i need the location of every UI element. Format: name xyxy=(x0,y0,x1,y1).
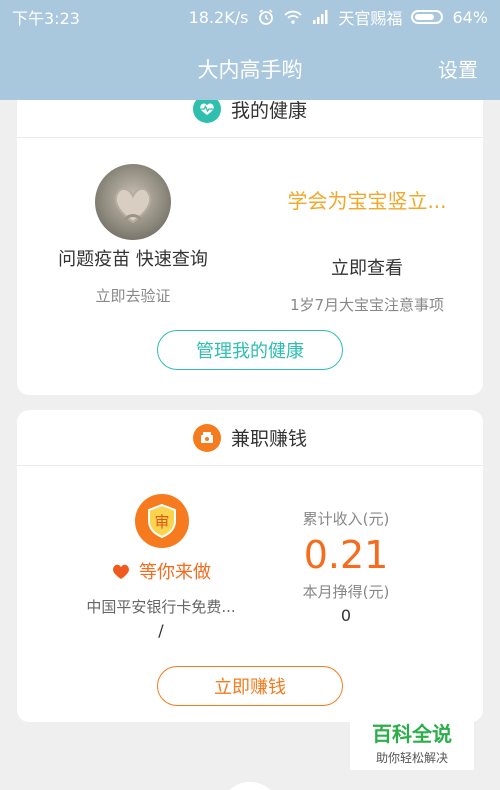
badge-char: 审 xyxy=(154,513,169,531)
earn-card-title: 兼职赚钱 xyxy=(230,428,307,450)
money-box-icon xyxy=(192,423,221,452)
status-right: 18.2K/s 天官赐福 64% xyxy=(189,5,488,29)
battery-percent: 64% xyxy=(452,7,488,27)
earn-now-button[interactable]: 立即赚钱 xyxy=(157,666,343,706)
review-badge[interactable]: 审 xyxy=(135,494,189,548)
article-subtitle: 1岁7月大宝宝注意事项 xyxy=(289,296,445,314)
status-bar: 下午3:23 18.2K/s 天官赐福 64% xyxy=(0,0,500,34)
signal-icon xyxy=(313,10,328,24)
watermark-subtitle: 助你轻松解决 xyxy=(375,751,448,765)
wifi-icon xyxy=(284,10,303,24)
task-column[interactable]: 中国平安银行卡免费... / xyxy=(67,596,255,640)
health-right-column[interactable]: 学会为宝宝竖立... 立即查看 1岁7月大宝宝注意事项 xyxy=(269,185,465,315)
carrier-name: 天官赐福 xyxy=(338,9,403,28)
battery-icon xyxy=(411,10,444,24)
task-title: 中国平安银行卡免费... xyxy=(86,598,236,616)
health-avatar[interactable] xyxy=(95,164,171,240)
settings-button[interactable]: 设置 xyxy=(438,54,478,83)
total-income-label: 累计收入(元) xyxy=(302,510,390,528)
status-time: 下午3:23 xyxy=(12,9,80,28)
earn-card: 兼职赚钱 审 等你来做 中国平安银行卡免费... / 累计收入(元) 0.21 … xyxy=(17,410,483,722)
month-income-label: 本月挣得(元) xyxy=(302,583,390,601)
total-income-value: 0.21 xyxy=(303,533,389,577)
heart-icon xyxy=(113,564,129,579)
month-income-value: 0 xyxy=(340,606,352,625)
view-now-label[interactable]: 立即查看 xyxy=(269,254,465,280)
bottom-tab-hint[interactable] xyxy=(220,782,280,790)
health-card: 我的健康 问题疫苗 快速查询 立即去验证 学会为宝宝竖立... 立即查看 1岁7… xyxy=(17,80,483,395)
earn-card-header: 兼职赚钱 xyxy=(17,410,483,466)
nav-bar: 大内高手哟 设置 xyxy=(0,34,500,100)
watermark-title: 百科全说 xyxy=(372,722,452,746)
waiting-row: 等你来做 xyxy=(75,558,247,584)
watermark: 百科全说 助你轻松解决 xyxy=(350,712,474,770)
health-left-column[interactable]: 问题疫苗 快速查询 立即去验证 xyxy=(47,245,219,306)
shield-icon: 审 xyxy=(148,503,176,539)
alarm-icon xyxy=(259,9,274,25)
task-value: / xyxy=(158,621,164,640)
vaccine-query-title: 问题疫苗 快速查询 xyxy=(58,249,208,270)
page-title: 大内高手哟 xyxy=(197,58,303,82)
article-headline[interactable]: 学会为宝宝竖立... xyxy=(269,185,465,214)
network-speed: 18.2K/s xyxy=(188,7,249,27)
manage-health-button[interactable]: 管理我的健康 xyxy=(157,330,343,370)
vaccine-query-subtitle: 立即去验证 xyxy=(95,287,171,305)
income-column: 累计收入(元) 0.21 本月挣得(元) 0 xyxy=(267,508,425,625)
waiting-label: 等你来做 xyxy=(139,562,211,583)
health-card-title: 我的健康 xyxy=(230,100,307,122)
